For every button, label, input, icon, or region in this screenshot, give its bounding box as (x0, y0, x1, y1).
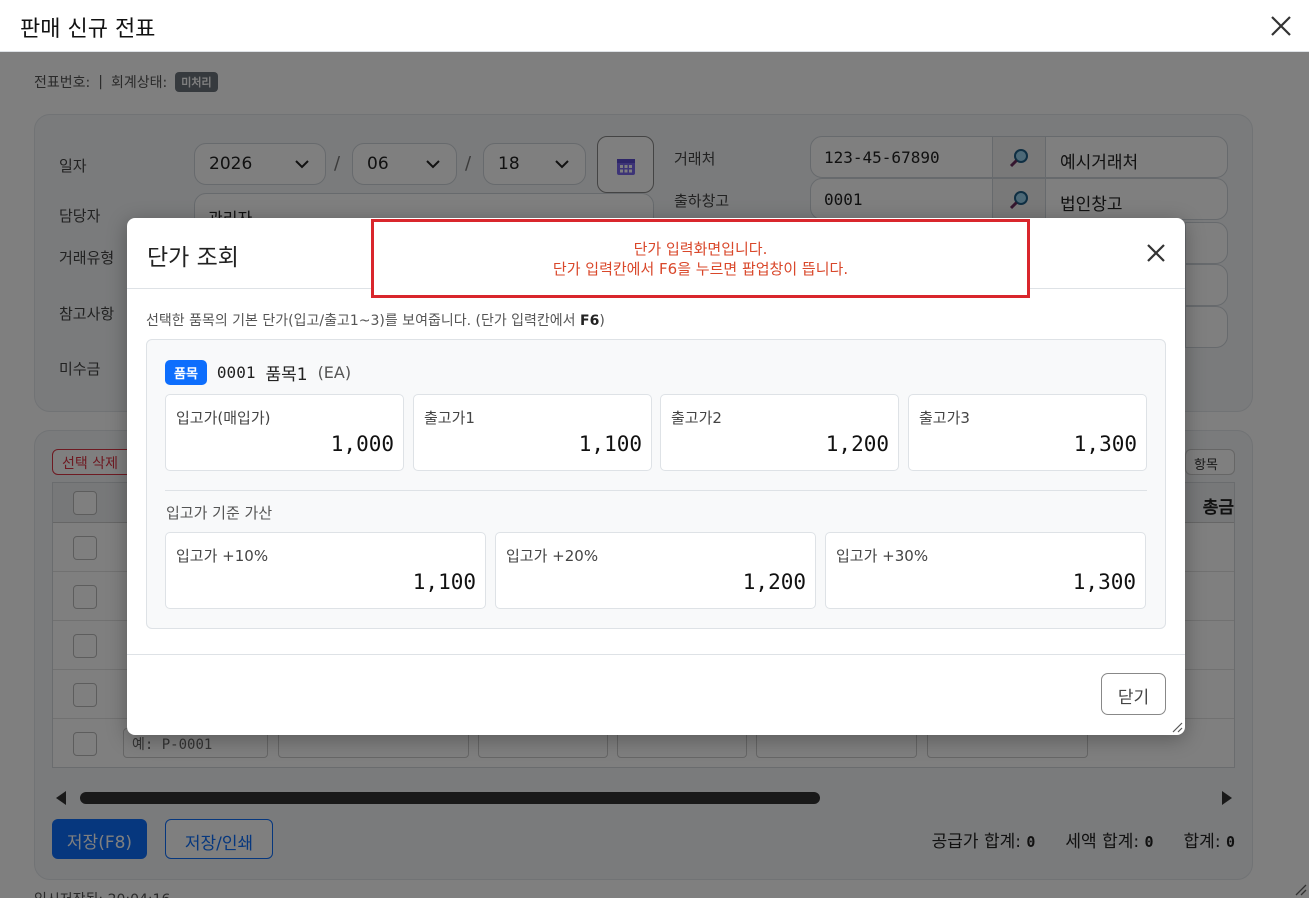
close-icon[interactable] (1144, 241, 1168, 265)
section-divider (165, 490, 1147, 491)
item-code: 0001 (216, 363, 256, 382)
resize-handle-icon[interactable] (1171, 721, 1183, 733)
markup-section-title: 입고가 기준 가산 (166, 504, 273, 522)
annotation-callout: 단가 입력화면입니다. 단가 입력칸에서 F6을 누르면 팝업창이 뜹니다. (371, 219, 1030, 298)
item-summary: 품목 0001 품목1 (EA) (165, 360, 351, 385)
markup-value: 1,200 (742, 570, 806, 594)
description-end: ) (599, 313, 605, 329)
price-panel: 품목 0001 품목1 (EA) 입고가(매입가) 1,000 출고가1 1,1… (146, 339, 1166, 629)
window-title: 판매 신규 전표 (20, 17, 156, 42)
price-value: 1,300 (1073, 432, 1137, 456)
item-unit: (EA) (317, 363, 352, 382)
price-card-sale2[interactable]: 출고가2 1,200 (660, 394, 899, 471)
resize-handle-icon[interactable] (1293, 882, 1307, 896)
item-badge: 품목 (165, 360, 207, 385)
price-label: 출고가3 (919, 409, 970, 427)
markup-label: 입고가 +30% (836, 547, 929, 565)
price-value: 1,000 (330, 432, 394, 456)
price-lookup-modal: 단가 조회 단가 입력화면입니다. 단가 입력칸에서 F6을 누르면 팝업창이 … (127, 218, 1185, 735)
markup-card-30[interactable]: 입고가 +30% 1,300 (825, 532, 1146, 609)
price-card-sale3[interactable]: 출고가3 1,300 (908, 394, 1147, 471)
price-card-purchase[interactable]: 입고가(매입가) 1,000 (165, 394, 404, 471)
markup-value: 1,100 (412, 570, 476, 594)
close-button[interactable]: 닫기 (1101, 673, 1166, 715)
modal-footer-divider (127, 654, 1185, 655)
price-label: 출고가2 (671, 409, 722, 427)
shortcut-key: F6 (580, 313, 600, 329)
markup-card-20[interactable]: 입고가 +20% 1,200 (495, 532, 816, 609)
modal-title: 단가 조회 (147, 245, 239, 271)
annotation-line: 단가 입력화면입니다. (633, 240, 768, 258)
markup-value: 1,300 (1072, 570, 1136, 594)
item-name: 품목1 (265, 365, 308, 385)
modal-description: 선택한 품목의 기본 단가(입고/출고1~3)를 보여줍니다. (단가 입력칸에… (146, 310, 605, 330)
markup-label: 입고가 +10% (176, 547, 269, 565)
window-titlebar: 판매 신규 전표 (0, 0, 1309, 52)
annotation-line: 단가 입력칸에서 F6을 누르면 팝업창이 뜹니다. (552, 260, 849, 278)
close-icon[interactable] (1267, 12, 1295, 40)
description-text: 선택한 품목의 기본 단가(입고/출고1~3)를 보여줍니다. (단가 입력칸에… (146, 313, 581, 329)
price-value: 1,100 (578, 432, 642, 456)
price-label: 입고가(매입가) (176, 409, 271, 427)
price-label: 출고가1 (424, 409, 475, 427)
markup-label: 입고가 +20% (506, 547, 599, 565)
price-card-sale1[interactable]: 출고가1 1,100 (413, 394, 652, 471)
markup-card-10[interactable]: 입고가 +10% 1,100 (165, 532, 486, 609)
price-value: 1,200 (825, 432, 889, 456)
